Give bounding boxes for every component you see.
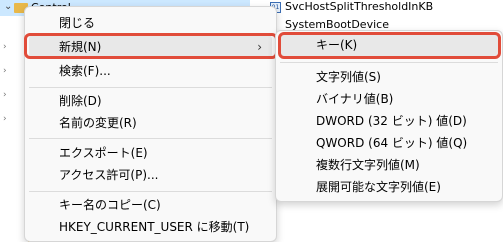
menu-separator: [29, 191, 272, 192]
menu-separator: [29, 87, 272, 88]
submenu-item-binary[interactable]: バイナリ値(B): [280, 88, 498, 110]
menu-item-label: 検索(F)...: [59, 64, 111, 78]
menu-item-export[interactable]: エクスポート(E): [29, 141, 272, 165]
submenu-item-multi-string[interactable]: 複数行文字列値(M): [280, 154, 498, 176]
menu-item-label: 削除(D): [59, 94, 102, 108]
menu-item-goto-hkcu[interactable]: HKEY_CURRENT_USER に移動(T): [29, 215, 272, 239]
submenu-item-string[interactable]: 文字列値(S): [280, 66, 498, 88]
menu-item-rename[interactable]: 名前の変更(R): [29, 111, 272, 135]
menu-item-collapse[interactable]: 閉じる: [29, 11, 272, 35]
menu-item-label: 複数行文字列値(M): [316, 158, 420, 172]
submenu-item-expandable-string[interactable]: 展開可能な文字列値(E): [280, 176, 498, 198]
menu-item-label: 名前の変更(R): [59, 116, 137, 130]
menu-item-label: 文字列値(S): [316, 70, 381, 84]
menu-item-label: HKEY_CURRENT_USER に移動(T): [59, 220, 250, 234]
chevron-down-icon[interactable]: ⌄: [4, 1, 12, 12]
value-name: SvcHostSplitThresholdInKB: [285, 0, 434, 13]
menu-item-label: QWORD (64 ビット) 値(Q): [316, 136, 468, 150]
highlight-box: [278, 32, 501, 59]
chevron-right-icon[interactable]: ›: [3, 66, 7, 76]
chevron-right-icon[interactable]: ›: [3, 42, 7, 52]
chevron-right-icon[interactable]: ›: [3, 114, 7, 124]
menu-item-label: エクスポート(E): [59, 146, 148, 160]
menu-item-delete[interactable]: 削除(D): [29, 89, 272, 113]
menu-item-label: バイナリ値(B): [316, 92, 394, 106]
menu-item-find[interactable]: 検索(F)...: [29, 59, 272, 83]
submenu-item-dword[interactable]: DWORD (32 ビット) 値(D): [280, 110, 498, 132]
menu-item-label: キー名のコピー(C): [59, 198, 161, 212]
menu-item-permissions[interactable]: アクセス許可(P)...: [29, 163, 272, 187]
menu-separator: [280, 62, 498, 63]
highlight-box: [24, 33, 278, 59]
menu-item-label: 閉じる: [59, 16, 96, 30]
menu-item-label: アクセス許可(P)...: [59, 168, 159, 182]
chevron-right-icon[interactable]: ›: [3, 90, 7, 100]
menu-item-label: DWORD (32 ビット) 値(D): [316, 114, 467, 128]
submenu-item-qword[interactable]: QWORD (64 ビット) 値(Q): [280, 132, 498, 154]
menu-item-label: 展開可能な文字列値(E): [316, 180, 441, 194]
menu-separator: [29, 138, 272, 139]
menu-item-copy-key-name[interactable]: キー名のコピー(C): [29, 193, 272, 217]
